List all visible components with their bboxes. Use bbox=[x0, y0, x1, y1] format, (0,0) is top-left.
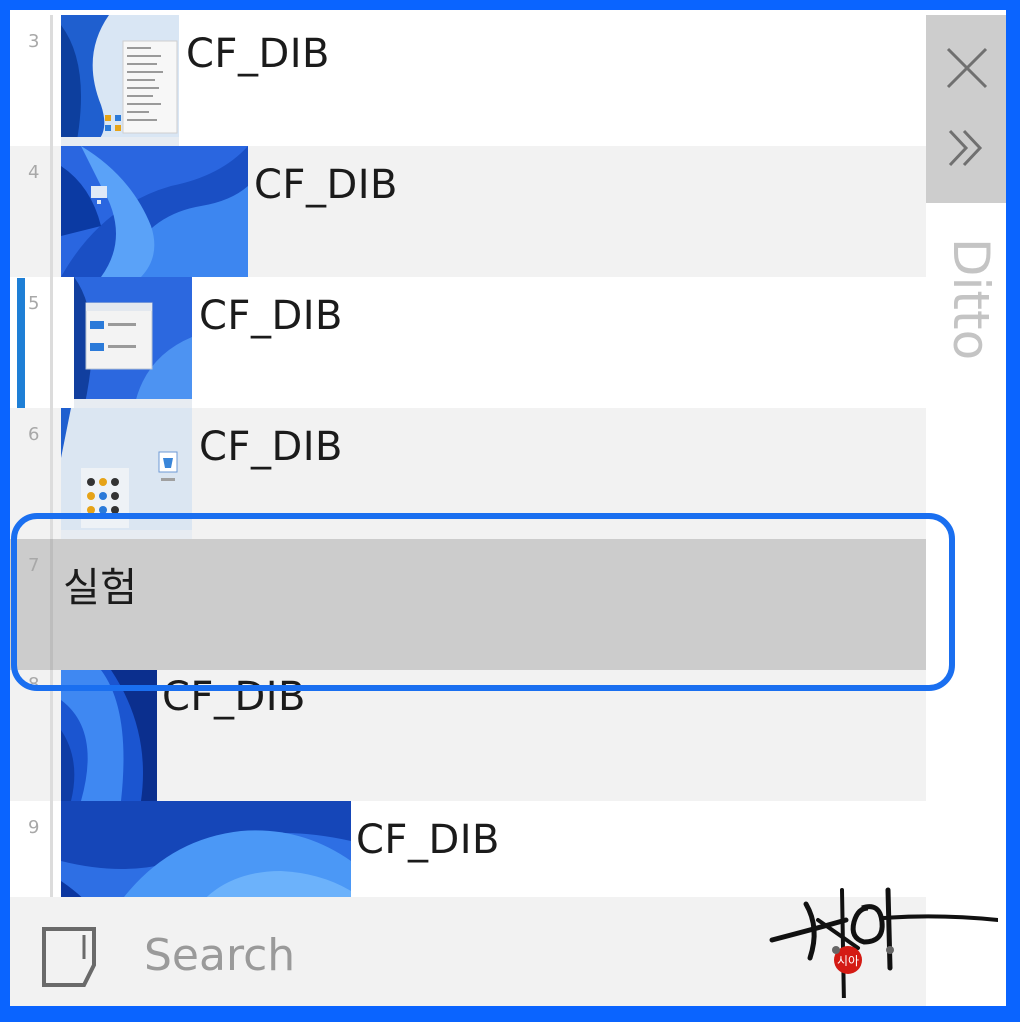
row-separator bbox=[50, 670, 53, 801]
clip-label: CF_DIB bbox=[162, 674, 306, 720]
clip-thumbnail bbox=[61, 801, 351, 899]
row-separator bbox=[50, 408, 53, 539]
clip-row-8[interactable]: 8 CF_DIB bbox=[10, 670, 926, 801]
clip-thumbnail bbox=[61, 670, 157, 801]
clip-thumbnail bbox=[74, 277, 192, 408]
row-separator bbox=[50, 539, 53, 670]
expand-button[interactable] bbox=[942, 123, 992, 173]
clip-label: 실험 bbox=[63, 565, 138, 611]
row-separator bbox=[50, 277, 53, 408]
clip-thumbnail bbox=[61, 146, 248, 277]
clip-label: CF_DIB bbox=[186, 31, 330, 77]
clip-list[interactable]: 3 CF_DIB 4 CF_DIB 5 CF_DIB 6 CF_DIB 7 실험… bbox=[10, 15, 926, 899]
calligraphy-logo: 시아 bbox=[758, 868, 1000, 1006]
clip-row-7[interactable]: 7 실험 bbox=[10, 539, 926, 670]
clip-label: CF_DIB bbox=[254, 162, 398, 208]
clip-row-5[interactable]: 5 CF_DIB bbox=[10, 277, 926, 408]
double-chevron-right-icon bbox=[948, 129, 983, 167]
clip-number: 3 bbox=[28, 31, 40, 52]
clip-label: CF_DIB bbox=[199, 424, 343, 470]
clip-label: CF_DIB bbox=[199, 293, 343, 339]
row-separator bbox=[50, 146, 53, 277]
clip-row-6[interactable]: 6 CF_DIB bbox=[10, 408, 926, 539]
clip-number: 9 bbox=[28, 817, 40, 838]
clip-row-4[interactable]: 4 CF_DIB bbox=[10, 146, 926, 277]
close-icon bbox=[946, 47, 988, 89]
clip-row-3[interactable]: 3 CF_DIB bbox=[10, 15, 926, 146]
ditto-window: 3 CF_DIB 4 CF_DIB 5 CF_DIB 6 CF_DIB 7 실험… bbox=[10, 10, 1006, 1006]
clipboard-icon[interactable] bbox=[40, 925, 98, 989]
clip-number: 7 bbox=[28, 555, 40, 576]
side-panel bbox=[926, 15, 1006, 203]
svg-text:시아: 시아 bbox=[837, 954, 859, 968]
row-separator bbox=[50, 15, 53, 146]
svg-text:Ditto: Ditto bbox=[942, 238, 1000, 360]
vertical-app-title: Ditto bbox=[936, 238, 1006, 398]
clip-number: 5 bbox=[28, 293, 40, 314]
clip-number: 6 bbox=[28, 424, 40, 445]
clip-label: CF_DIB bbox=[356, 817, 500, 863]
active-marker bbox=[17, 278, 25, 408]
clip-thumbnail bbox=[61, 15, 179, 146]
close-button[interactable] bbox=[942, 43, 992, 93]
clip-number: 8 bbox=[28, 674, 40, 695]
row-separator bbox=[50, 801, 53, 899]
clip-thumbnail bbox=[61, 408, 192, 539]
clip-number: 4 bbox=[28, 162, 40, 183]
search-input[interactable] bbox=[144, 925, 664, 985]
